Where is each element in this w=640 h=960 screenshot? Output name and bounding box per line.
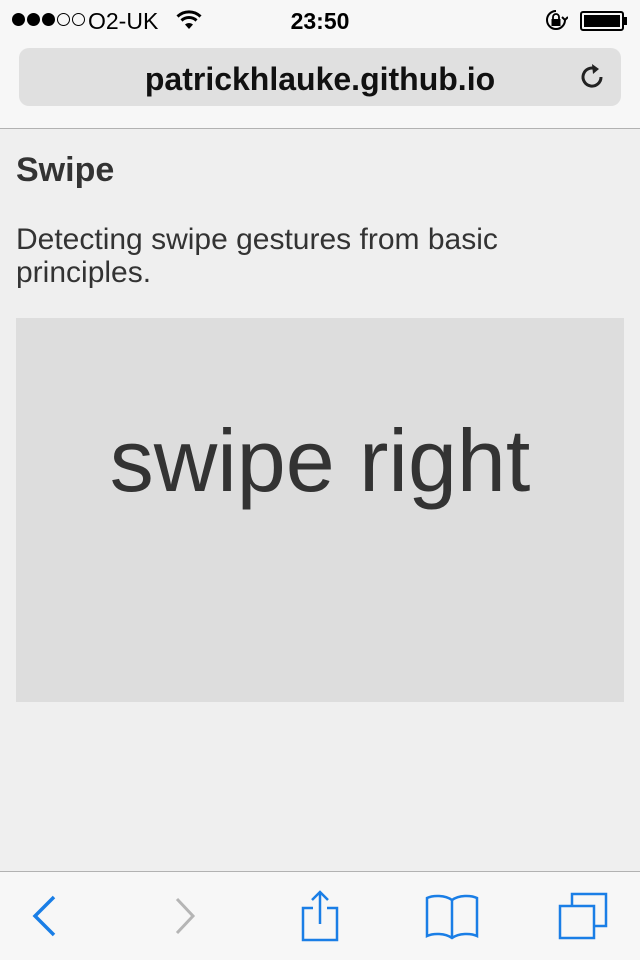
share-icon bbox=[301, 890, 339, 942]
forward-icon bbox=[175, 897, 196, 935]
tabs-icon bbox=[558, 892, 608, 940]
back-button[interactable] bbox=[22, 890, 66, 942]
forward-button[interactable] bbox=[164, 890, 208, 942]
rotation-lock-icon bbox=[546, 10, 568, 30]
bookmarks-icon bbox=[425, 894, 479, 940]
share-button[interactable] bbox=[296, 890, 344, 942]
swipe-label: swipe right bbox=[109, 411, 531, 510]
battery-icon bbox=[580, 11, 627, 31]
reload-icon[interactable] bbox=[577, 62, 607, 92]
tabs-button[interactable] bbox=[556, 890, 610, 942]
status-bar: O2-UK 23:50 bbox=[0, 0, 640, 42]
page-title: Swipe bbox=[16, 151, 115, 189]
browser-toolbar bbox=[0, 871, 640, 960]
page-description: Detecting swipe gestures from basic prin… bbox=[16, 223, 498, 289]
swipe-area[interactable]: swipe right bbox=[16, 318, 624, 702]
back-icon bbox=[32, 895, 56, 937]
browser-address-area: patrickhlauke.github.io bbox=[0, 42, 640, 129]
iphone-screen: O2-UK 23:50 patrickhlauke.github.io Swip… bbox=[0, 0, 640, 960]
url-text[interactable]: patrickhlauke.github.io bbox=[19, 61, 621, 98]
bookmarks-button[interactable] bbox=[423, 890, 481, 942]
address-bar[interactable]: patrickhlauke.github.io bbox=[19, 48, 621, 106]
